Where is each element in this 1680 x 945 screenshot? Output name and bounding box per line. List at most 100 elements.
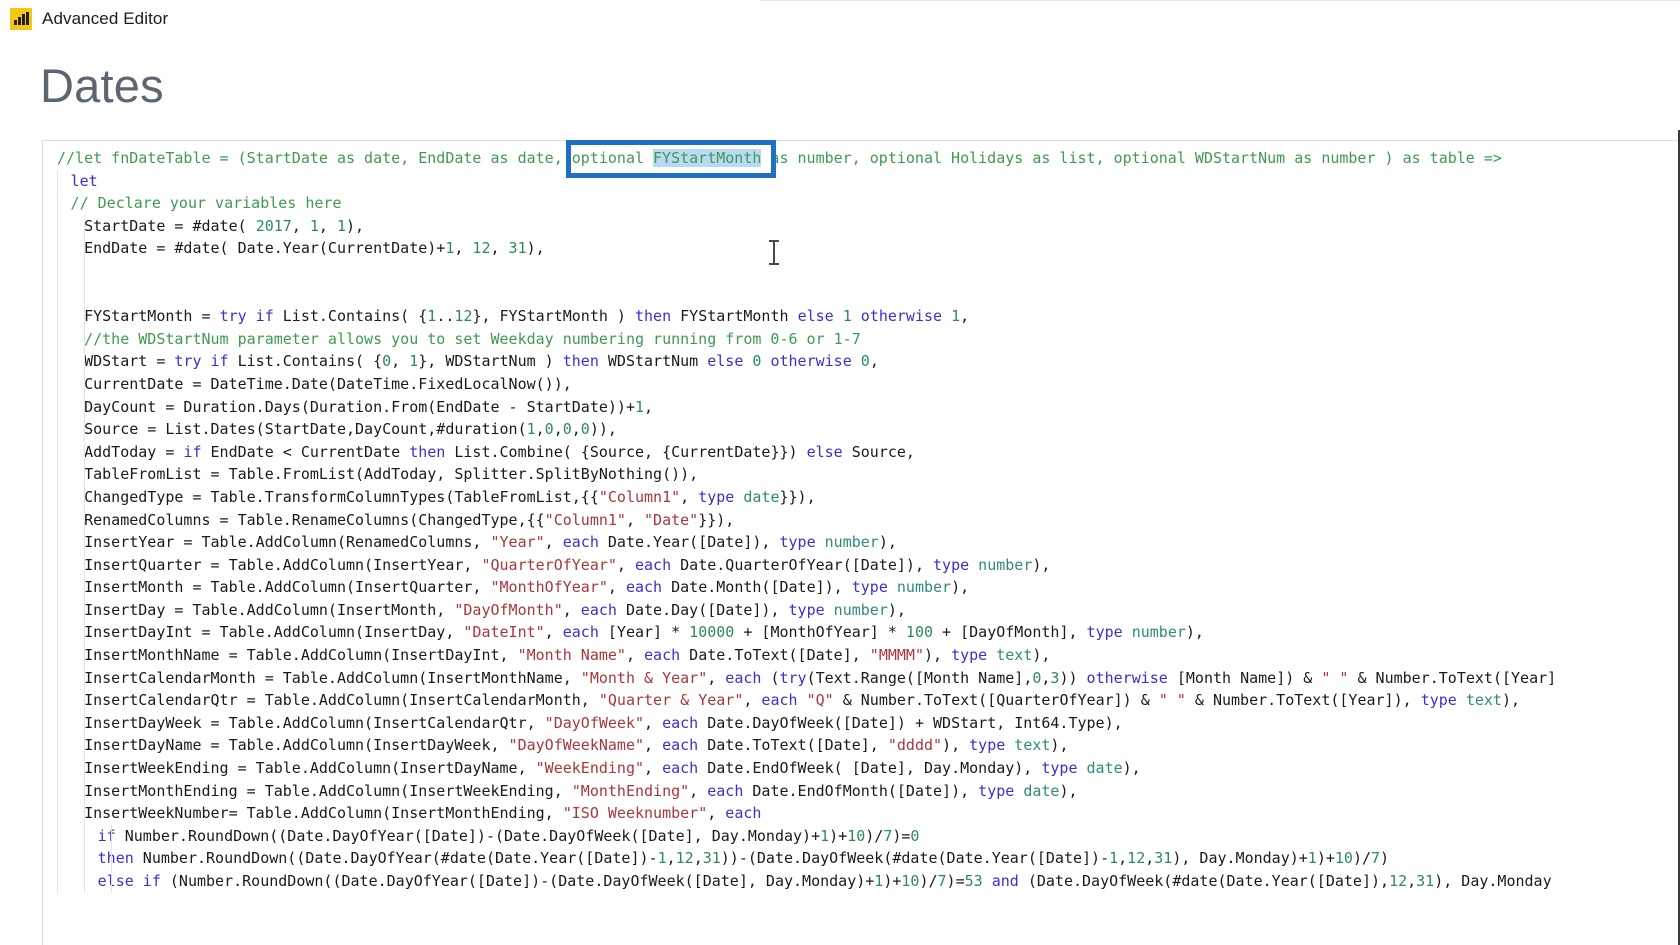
code-token: number (1131, 623, 1186, 642)
indent-guide (57, 553, 58, 577)
code-token: 1 (526, 420, 536, 439)
code-token: List.Contains( { (273, 307, 428, 326)
code-token: date (743, 487, 780, 506)
code-line[interactable]: InsertWeekEnding = Table.AddColumn(Inser… (43, 757, 1678, 780)
indent-guide (84, 644, 85, 667)
indent-guide (84, 531, 85, 554)
code-token: )+ (1316, 849, 1335, 868)
code-line[interactable]: StartDate = #date( 2017, 1, 1), (43, 214, 1678, 238)
code-token: )/ (865, 826, 884, 845)
code-line[interactable]: InsertYear = Table.AddColumn(RenamedColu… (43, 531, 1678, 554)
code-token: date (1086, 759, 1123, 778)
code-token: FYStartMonth (671, 307, 798, 326)
code-line[interactable]: let (43, 169, 1678, 193)
code-token: InsertMonthName = Table.AddColumn(Insert… (84, 646, 518, 665)
indent-guide (84, 485, 85, 509)
code-line[interactable]: InsertDay = Table.AddColumn(InsertMonth,… (43, 598, 1678, 622)
code-token: )= (946, 872, 965, 890)
code-token: + [MonthOfYear] * (734, 623, 906, 642)
code-line[interactable]: InsertMonth = Table.AddColumn(InsertQuar… (43, 576, 1678, 599)
indent-guide (84, 372, 85, 396)
code-editor[interactable]: //let fnDateTable = (StartDate as date, … (43, 141, 1678, 945)
code-token: "Month & Year" (580, 668, 708, 687)
code-token: InsertWeekNumber= Table.AddColumn(Insert… (84, 804, 563, 823)
code-token: , (693, 849, 703, 868)
code-line[interactable]: FYStartMonth = try if List.Contains( {1.… (43, 305, 1678, 328)
code-token: 12 (472, 239, 491, 258)
code-line[interactable] (43, 282, 1678, 306)
code-token: InsertMonthEnding = Table.AddColumn(Inse… (84, 781, 572, 800)
code-line[interactable]: RenamedColumns = Table.RenameColumns(Cha… (43, 508, 1678, 532)
code-token: "Date" (644, 510, 699, 529)
code-token: WDStartNum (598, 352, 708, 371)
code-token: type (1420, 691, 1457, 710)
code-line[interactable]: CurrentDate = DateTime.Date(DateTime.Fix… (43, 372, 1678, 396)
code-line[interactable]: if Number.RoundDown((Date.DayOfYear([Dat… (43, 824, 1678, 848)
indent-guide (57, 824, 58, 848)
code-token: , (616, 555, 635, 574)
code-line[interactable]: ChangedType = Table.TransformColumnTypes… (43, 485, 1678, 509)
code-line[interactable]: Source = List.Dates(StartDate,DayCount,#… (43, 418, 1678, 441)
code-token: .. (436, 307, 455, 326)
code-line[interactable]: EndDate = #date( Date.Year(CurrentDate)+… (43, 237, 1678, 260)
code-token: //the WDStartNum parameter allows you to… (84, 329, 861, 348)
code-line[interactable]: InsertMonthName = Table.AddColumn(Insert… (43, 644, 1678, 667)
code-line[interactable]: //let fnDateTable = (StartDate as date, … (43, 147, 1678, 170)
code-line[interactable]: //the WDStartNum parameter allows you to… (43, 327, 1678, 351)
code-token: , (707, 668, 726, 687)
code-token: }}), (698, 510, 735, 529)
indent-guide (84, 734, 85, 758)
indent-guide (57, 779, 58, 803)
code-token: as number, optional Holidays as list, op… (761, 149, 1502, 167)
code-line[interactable]: WDStart = try if List.Contains( {0, 1}, … (43, 350, 1678, 373)
indent-guide (57, 237, 58, 260)
code-token: "DayOfWeek" (544, 713, 645, 732)
code-token: , (869, 352, 879, 371)
advanced-editor-panel[interactable]: //let fnDateTable = (StartDate as date, … (42, 140, 1678, 945)
indent-guide (57, 282, 58, 306)
code-token: 31 (1154, 849, 1173, 868)
code-line[interactable]: InsertDayWeek = Table.AddColumn(InsertCa… (43, 711, 1678, 735)
code-line[interactable]: TableFromList = Table.FromList(AddToday,… (43, 463, 1678, 486)
code-token: InsertDay = Table.AddColumn(InsertMonth, (84, 600, 455, 619)
code-token: )/ (919, 872, 938, 890)
code-line[interactable]: // Declare your variables here (43, 192, 1678, 215)
indent-guide (57, 802, 58, 825)
code-token: , (707, 804, 726, 823)
code-line[interactable]: InsertQuarter = Table.AddColumn(InsertYe… (43, 553, 1678, 577)
indent-guide (84, 440, 85, 464)
code-token: , (544, 623, 563, 642)
code-line[interactable] (43, 259, 1678, 283)
code-token: 12 (675, 849, 694, 868)
code-token: + [DayOfMonth], (933, 623, 1087, 642)
code-token: "Q" (806, 691, 834, 710)
code-token: }}), (779, 487, 816, 506)
code-line[interactable]: DayCount = Duration.Days(Duration.From(E… (43, 395, 1678, 419)
code-line[interactable]: InsertCalendarMonth = Table.AddColumn(In… (43, 666, 1678, 690)
indent-guide (57, 418, 58, 441)
code-token: type (788, 600, 825, 619)
code-token: each (662, 736, 699, 755)
code-token: & Number.ToText([QuarterOfYear]) & (833, 691, 1159, 710)
code-line[interactable]: else if (Number.RoundDown((Date.DayOfYea… (43, 870, 1678, 893)
code-line[interactable]: InsertDayName = Table.AddColumn(InsertDa… (43, 734, 1678, 758)
code-line[interactable]: AddToday = if EndDate < CurrentDate then… (43, 440, 1678, 464)
code-line[interactable]: InsertCalendarQtr = Table.AddColumn(Inse… (43, 689, 1678, 712)
code-token: )+ (883, 872, 902, 890)
indent-guide (57, 666, 58, 690)
code-token: DayCount = Duration.Days(Duration.From(E… (84, 397, 635, 416)
code-token: InsertDayInt = Table.AddColumn(InsertDay… (84, 623, 464, 642)
code-line[interactable]: InsertDayInt = Table.AddColumn(InsertDay… (43, 621, 1678, 645)
code-line[interactable]: InsertWeekNumber= Table.AddColumn(Insert… (43, 802, 1678, 825)
indent-guide (57, 508, 58, 532)
indent-guide (57, 440, 58, 464)
code-line[interactable]: InsertMonthEnding = Table.AddColumn(Inse… (43, 779, 1678, 803)
indent-guide (57, 576, 58, 599)
code-line[interactable]: then Number.RoundDown((Date.DayOfYear(#d… (43, 847, 1678, 870)
code-token: and (991, 872, 1019, 890)
